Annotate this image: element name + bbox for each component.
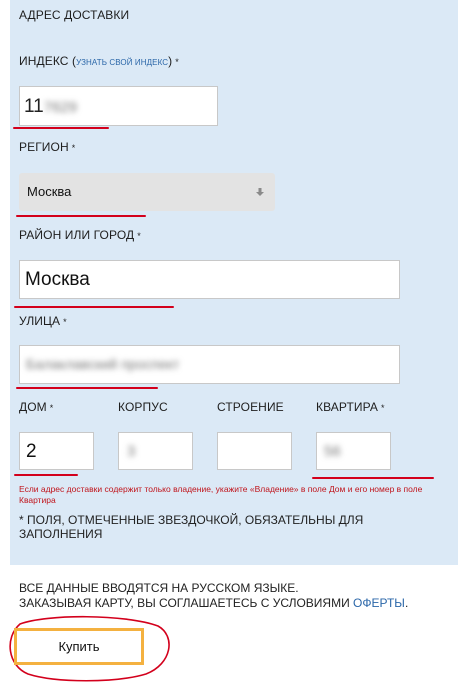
postcode-value: 11: [24, 96, 44, 117]
house-label: ДОМ *: [19, 400, 53, 414]
street-label-text: УЛИЦА: [19, 314, 61, 328]
required-star: *: [175, 57, 179, 67]
region-label: РЕГИОН *: [19, 140, 75, 154]
house-value: 2: [26, 441, 37, 462]
offer-link[interactable]: ОФЕРТЫ: [353, 596, 405, 610]
required-fields-note: * ПОЛЯ, ОТМЕЧЕННЫЕ ЗВЕЗДОЧКОЙ, ОБЯЗАТЕЛЬ…: [19, 513, 364, 541]
street-label: УЛИЦА *: [19, 314, 67, 328]
red-underline-postcode: [13, 127, 109, 129]
owner-hint: Если адрес доставки содержит только влад…: [19, 484, 423, 505]
section-title: АДРЕС ДОСТАВКИ: [19, 8, 130, 22]
required-star: *: [49, 403, 54, 413]
building-value: 3: [127, 443, 136, 460]
region-value: Москва: [27, 184, 72, 199]
red-underline-house: [14, 474, 78, 476]
red-underline-apartment: [312, 477, 434, 479]
apartment-value: 56: [324, 443, 341, 460]
footer-offer-note: ЗАКАЗЫВАЯ КАРТУ, ВЫ СОГЛАШАЕТЕСЬ С УСЛОВ…: [19, 596, 408, 610]
required-star: *: [71, 143, 76, 153]
postcode-label-close: ): [168, 54, 173, 68]
city-label: РАЙОН ИЛИ ГОРОД *: [19, 228, 141, 242]
street-value: Балаклавский проспект: [26, 356, 180, 372]
apartment-label: КВАРТИРА *: [316, 400, 385, 414]
city-label-text: РАЙОН ИЛИ ГОРОД: [19, 228, 135, 242]
footer-offer-text: ЗАКАЗЫВАЯ КАРТУ, ВЫ СОГЛАШАЕТЕСЬ С УСЛОВ…: [19, 596, 354, 610]
apartment-input[interactable]: 56: [316, 432, 391, 470]
structure-label: СТРОЕНИЕ: [217, 400, 284, 414]
house-label-text: ДОМ: [19, 400, 47, 414]
postcode-input[interactable]: 117629: [19, 86, 218, 126]
arrow-down-icon: [256, 188, 264, 196]
required-star: *: [137, 231, 141, 241]
red-underline-region: [16, 215, 146, 217]
house-input[interactable]: 2: [19, 432, 94, 470]
city-value: Москва: [25, 269, 90, 290]
postcode-value-hidden: 7629: [43, 99, 78, 116]
building-input[interactable]: 3: [118, 432, 193, 470]
city-input[interactable]: Москва: [19, 260, 400, 299]
required-star: *: [63, 317, 67, 327]
apartment-label-text: КВАРТИРА: [316, 400, 379, 414]
footer-russian-note: ВСЕ ДАННЫЕ ВВОДЯТСЯ НА РУССКОМ ЯЗЫКЕ.: [19, 581, 299, 595]
required-star: *: [381, 403, 385, 413]
postcode-label-text: ИНДЕКС (: [19, 54, 77, 68]
find-postcode-link[interactable]: УЗНАТЬ СВОЙ ИНДЕКС: [76, 58, 168, 67]
region-label-text: РЕГИОН: [19, 140, 69, 154]
footer-offer-dot: .: [404, 596, 409, 610]
buy-button[interactable]: Купить: [14, 628, 144, 665]
buy-button-label: Купить: [58, 639, 100, 654]
region-select[interactable]: Москва: [19, 173, 275, 211]
street-input[interactable]: Балаклавский проспект: [19, 345, 400, 384]
postcode-label: ИНДЕКС (УЗНАТЬ СВОЙ ИНДЕКС) *: [19, 54, 179, 68]
building-label: КОРПУС: [118, 400, 168, 414]
structure-input[interactable]: [217, 432, 292, 470]
red-underline-city: [14, 306, 174, 308]
red-underline-street: [16, 387, 158, 389]
